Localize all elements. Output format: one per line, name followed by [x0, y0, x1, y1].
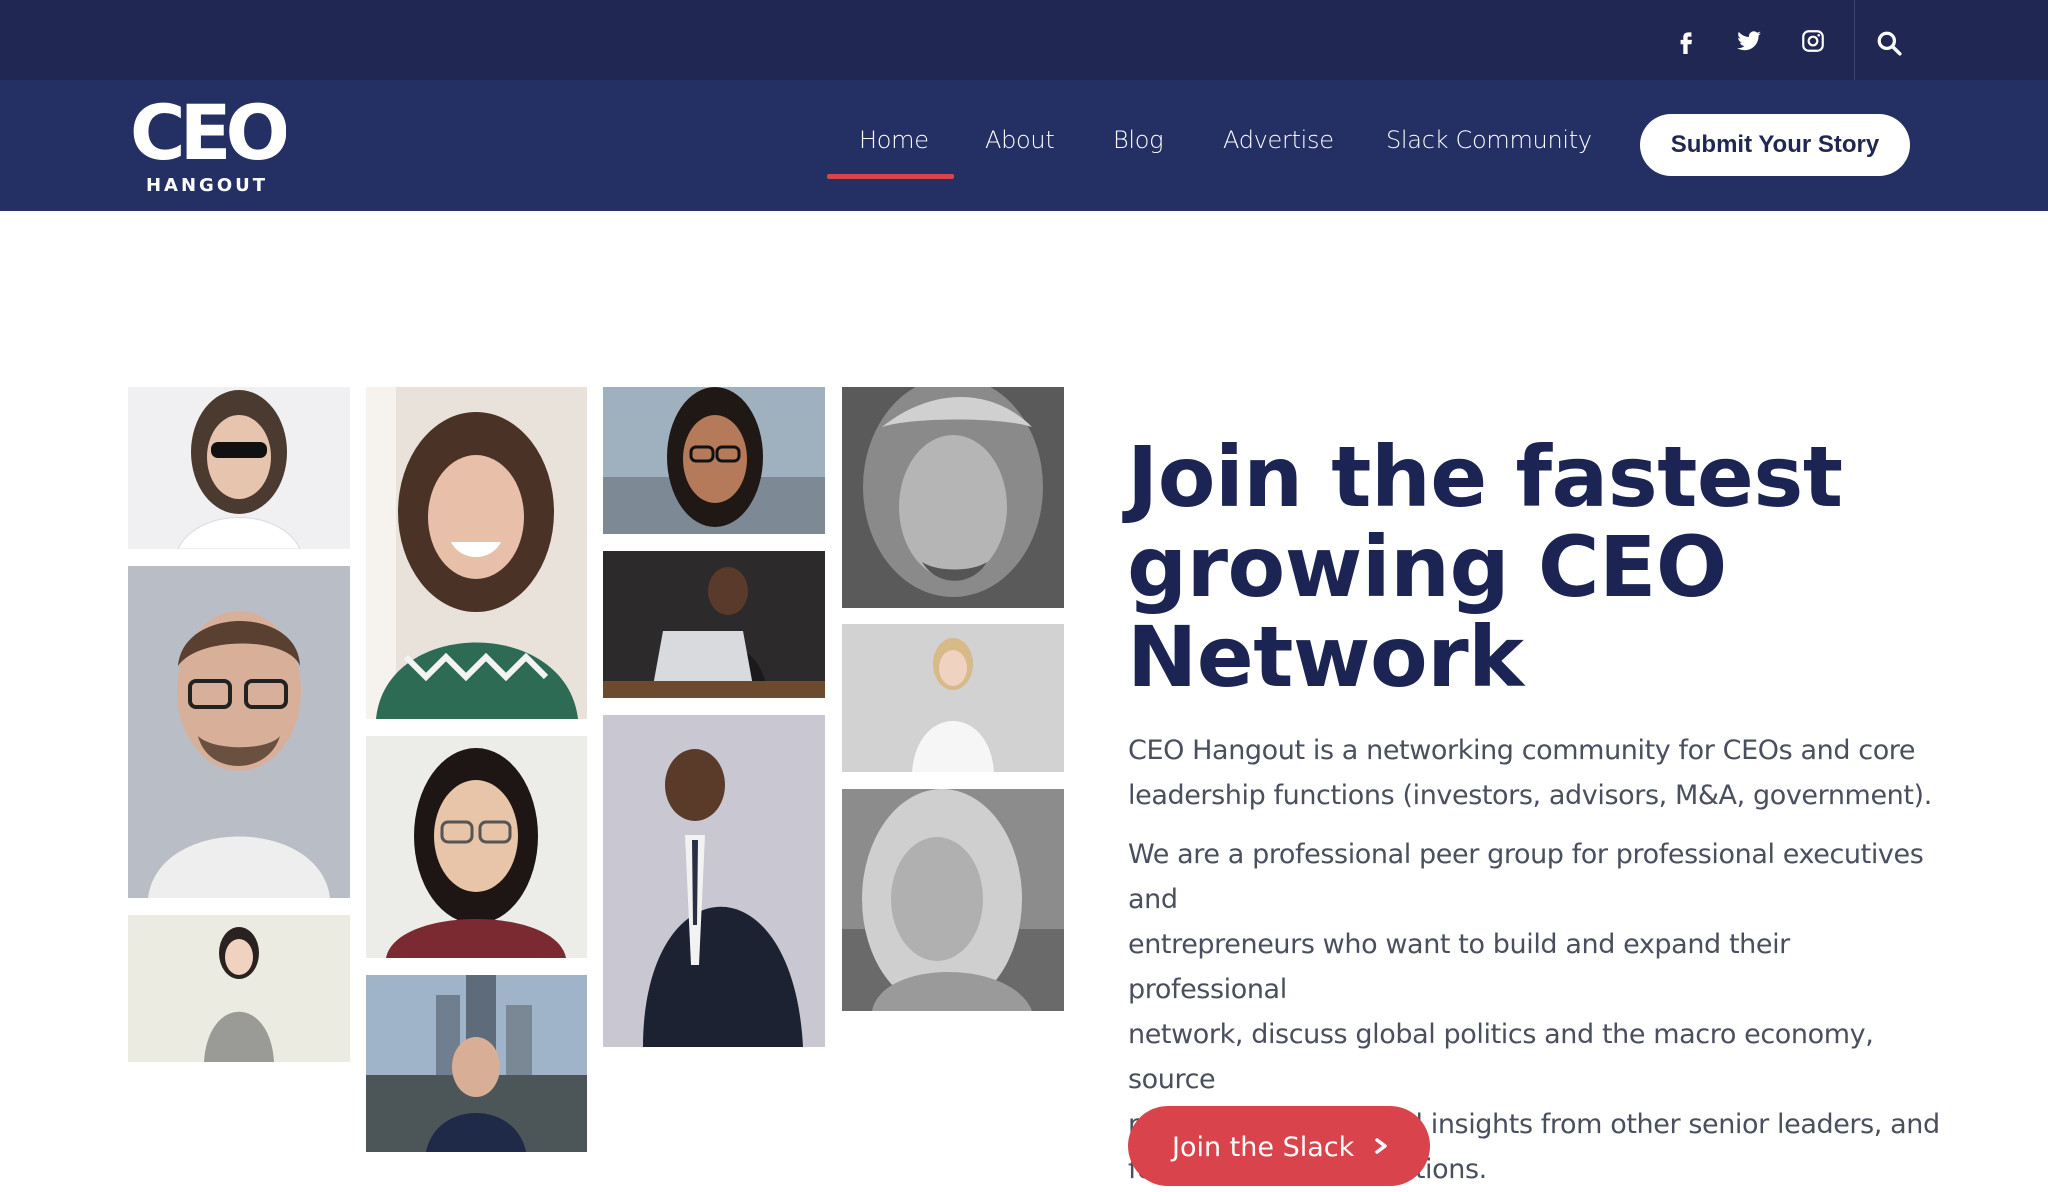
- topbar-divider: [1854, 0, 1855, 80]
- nav-home[interactable]: Home: [859, 126, 929, 156]
- hero-headline-line: Network: [1127, 608, 1524, 706]
- portrait-photo: [366, 387, 587, 719]
- paragraph-line: We are a professional peer group for pro…: [1128, 839, 1924, 915]
- portrait-photo: [603, 551, 825, 698]
- portrait-photo: [603, 387, 825, 534]
- portrait-photo: [842, 624, 1064, 772]
- search-icon[interactable]: [1876, 30, 1902, 56]
- svg-text:CEO: CEO: [130, 93, 286, 177]
- portrait-photo: [128, 566, 350, 898]
- portrait-photo: [366, 975, 587, 1152]
- hero-headline: Join the fastest growing CEO Network: [1127, 432, 1987, 702]
- portrait-photo: [842, 789, 1064, 1011]
- portrait-photo: [128, 915, 350, 1062]
- paragraph-line: CEO Hangout is a networking community fo…: [1128, 735, 1916, 766]
- nav-advertise[interactable]: Advertise: [1223, 126, 1334, 156]
- ceo-hangout-logo[interactable]: CEO HANGOUT: [128, 93, 286, 197]
- submit-story-button[interactable]: Submit Your Story: [1640, 114, 1910, 176]
- hero-intro-paragraph: CEO Hangout is a networking community fo…: [1128, 728, 1948, 818]
- top-bar: [0, 0, 2048, 80]
- join-slack-button[interactable]: Join the Slack: [1128, 1106, 1430, 1186]
- paragraph-line: entrepreneurs who want to build and expa…: [1128, 929, 1790, 1005]
- chevron-right-icon: [1375, 1138, 1387, 1154]
- portrait-photo: [128, 387, 350, 549]
- join-slack-label: Join the Slack: [1172, 1132, 1355, 1163]
- paragraph-line: leadership functions (investors, advisor…: [1128, 780, 1932, 811]
- paragraph-line: network, discuss global politics and the…: [1128, 1019, 1874, 1095]
- portrait-photo: [842, 387, 1064, 608]
- facebook-icon[interactable]: [1673, 28, 1699, 54]
- nav-slack-community[interactable]: Slack Community: [1386, 126, 1592, 156]
- portrait-photo: [366, 736, 587, 958]
- nav-blog[interactable]: Blog: [1113, 126, 1164, 156]
- nav-active-indicator: [827, 174, 954, 179]
- hero-headline-line: growing CEO: [1127, 518, 1727, 616]
- instagram-icon[interactable]: [1800, 28, 1826, 54]
- svg-text:HANGOUT: HANGOUT: [146, 175, 268, 196]
- nav-about[interactable]: About: [985, 126, 1055, 156]
- twitter-icon[interactable]: [1736, 28, 1762, 54]
- portrait-photo: [603, 715, 825, 1047]
- hero-headline-line: Join the fastest: [1127, 428, 1843, 526]
